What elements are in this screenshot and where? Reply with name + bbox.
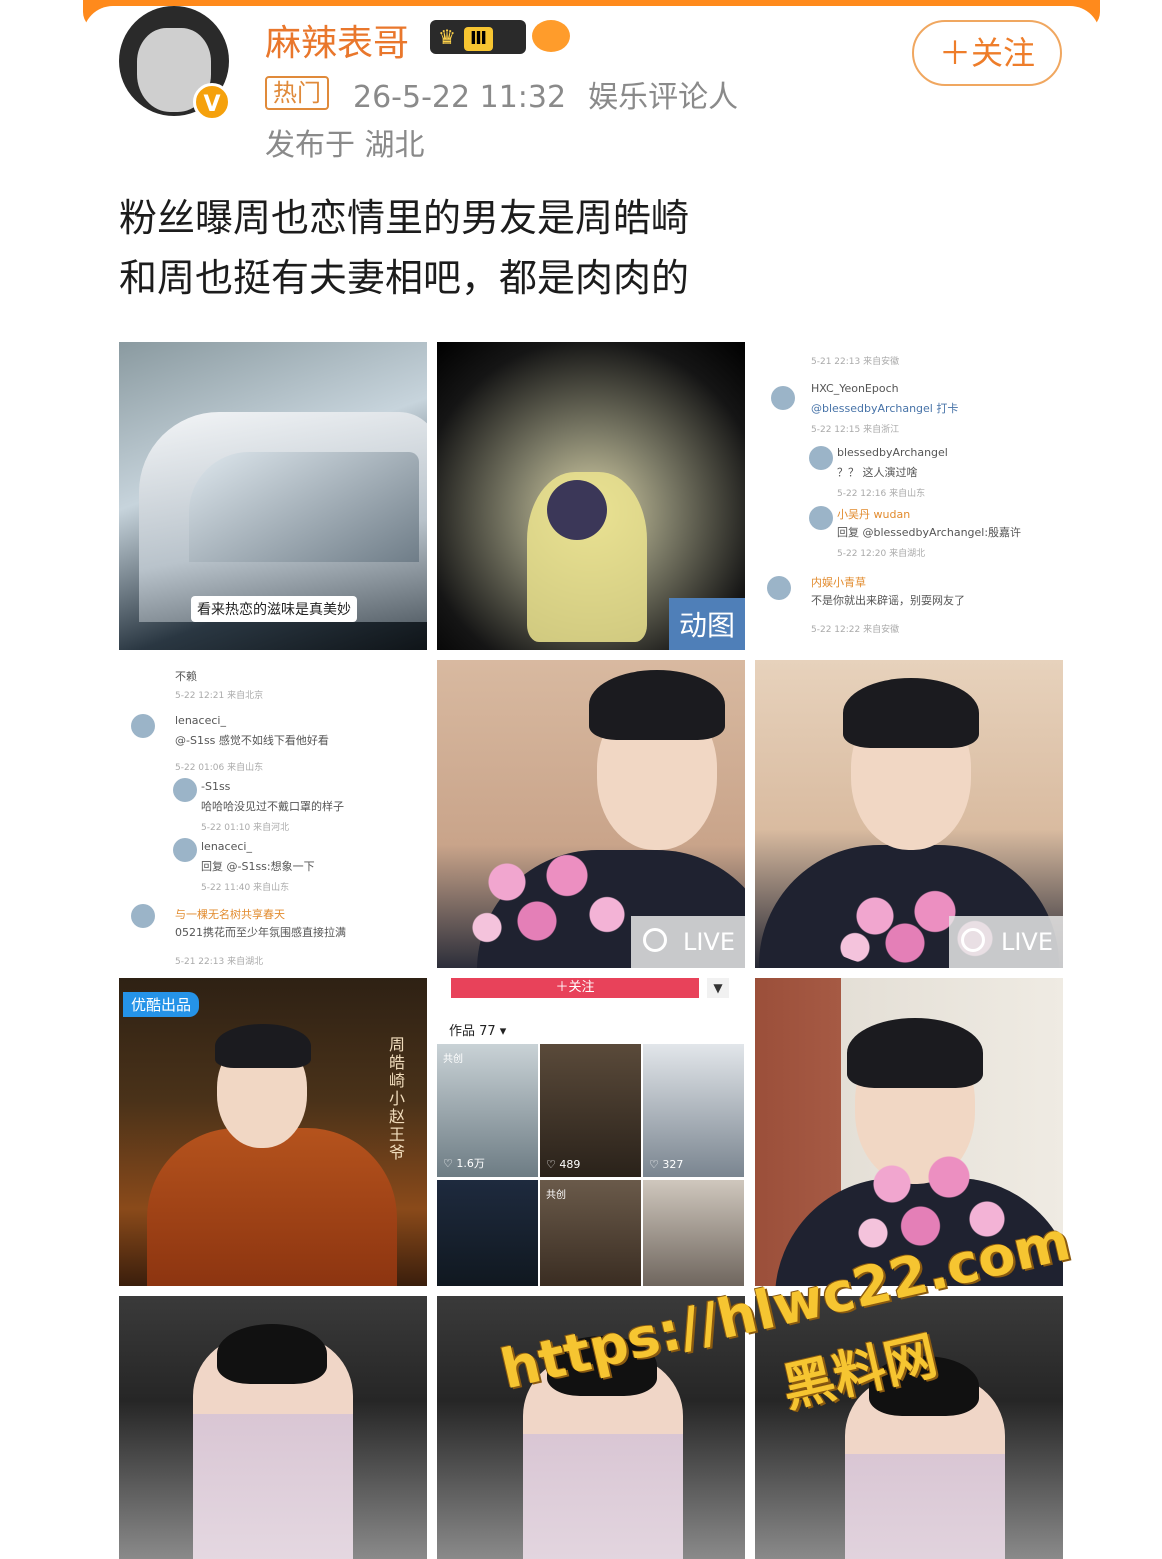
pink-roses [447,830,647,960]
blurred-head [547,480,607,540]
drama-side-title: 周皓崎小赵王爷 [388,1035,405,1162]
author-title: 娱乐评论人 [588,80,739,115]
video-thumb[interactable] [437,1180,538,1286]
post-body: 粉丝曝周也恋情里的男友是周皓崎 和周也挺有夫妻相吧，都是肉肉的 [119,188,779,308]
image-tile-gif[interactable]: 动图 [437,342,745,650]
comment-line: @-S1ss 感觉不如线下看他好看 [175,734,329,747]
comment-line: 5-22 12:20 来自湖北 [837,549,926,559]
comment-line: 内娱小青草 [811,576,866,589]
actress-hair [217,1324,327,1384]
commenter-avatar [767,576,791,600]
level-number: Ⅲ [463,27,493,51]
orange-robe [147,1128,397,1286]
video-thumb[interactable]: ♡ 489 [540,1044,641,1177]
comment-line: 5-22 12:22 来自安徽 [811,625,900,635]
commenter-avatar [173,778,197,802]
profile-dropdown-icon[interactable]: ▼ [707,978,729,998]
post-text-line-2: 和周也挺有夫妻相吧，都是肉肉的 [119,256,690,300]
crown-icon: ♛ [438,25,456,49]
image-tile-drama-poster[interactable]: 优酷出品 周皓崎小赵王爷 [119,978,427,1286]
image-tile-portrait-live-1[interactable]: LIVE [437,660,745,968]
comment-line: blessedbyArchangel [837,446,948,459]
comment-line: 5-21 22:13 来自湖北 [175,957,264,967]
youku-tag: 优酷出品 [123,992,200,1017]
video-thumb[interactable]: ♡ 327 [643,1044,744,1177]
image-tile-red-carpet-1[interactable] [119,1296,427,1559]
comment-line: -S1ss [201,780,231,793]
thumb-likes: ♡ 1.6万 [443,1157,485,1170]
comment-line: 与一棵无名树共享春天 [175,908,285,921]
thumb-tag: 共创 [443,1054,463,1065]
image-tile-car[interactable]: 看来热恋的滋味是真美妙 [119,342,427,650]
comment-line: lenaceci_ [201,840,252,853]
comment-line: 回复 @-S1ss:想象一下 [201,860,315,873]
hot-tag: 热门 [265,76,329,110]
commenter-avatar [809,506,833,530]
comment-line: 5-22 12:21 来自北京 [175,691,264,701]
video-thumb[interactable] [643,1180,744,1286]
comment-line: 不是你就出来辟谣，别耍网友了 [811,594,965,607]
comment-line: 5-22 11:40 来自山东 [201,883,290,893]
image-tile-comments-1[interactable]: 5-21 22:13 来自安徽 HXC_YeonEpoch @blessedbyAr… [755,342,1063,650]
thumb-tag: 共创 [546,1190,566,1201]
comment-line: ？？ 这人演过啥 [837,466,918,479]
fish-emoji-icon [532,20,570,52]
live-icon [643,928,667,952]
comment-line: 不赖 [175,670,197,683]
post-location: 发布于 湖北 [265,128,425,163]
thumb-likes: ♡ 327 [649,1158,684,1171]
image-tile-portrait-live-2[interactable]: LIVE [755,660,1063,968]
comment-line: lenaceci_ [175,714,226,727]
profile-follow-button[interactable]: ＋关注 [451,978,699,998]
comment-line: 5-22 12:16 来自山东 [837,489,926,499]
live-label: LIVE [1000,928,1053,956]
hair [843,678,979,748]
image-tile-profile-grid[interactable]: ＋关注 ▼ 作品 77 ▾ 共创 ♡ 1.6万 ♡ 489 ♡ 327 共创 [437,978,745,1286]
comment-line: 小吴丹 wudan [837,508,911,521]
works-count: 作品 77 ▾ [449,1024,507,1039]
image-tile-comments-2[interactable]: 不赖 5-22 12:21 来自北京 lenaceci_ @-S1ss 感觉不如线下看… [119,660,427,968]
comment-line: 5-22 01:10 来自河北 [201,823,290,833]
comment-line: 0521携花而至少年氛围感直接拉满 [175,926,346,939]
comment-line: @blessedbyArchangel 打卡 [811,402,959,415]
live-photo-badge[interactable]: LIVE [631,916,745,968]
comment-line: 哈哈哈没见过不戴口罩的样子 [201,800,344,813]
commenter-avatar [131,714,155,738]
live-label: LIVE [682,928,735,956]
thumb-likes: ♡ 489 [546,1158,581,1171]
comment-line: 回复 @blessedbyArchangel:殷嘉许 [837,526,1022,539]
author-name[interactable]: 麻辣表哥 [265,14,409,66]
hair [589,670,725,740]
video-thumb[interactable]: 共创 ♡ 1.6万 [437,1044,538,1177]
verified-badge-icon: V [193,83,231,121]
commenter-avatar [771,386,795,410]
live-photo-badge[interactable]: LIVE [949,916,1063,968]
video-thumb[interactable]: 共创 [540,1180,641,1286]
comment-line: 5-21 22:13 来自安徽 [811,357,900,367]
post-timestamp: 26-5-22 11:32 [353,80,567,115]
comment-line: 5-22 01:06 来自山东 [175,763,264,773]
commenter-avatar [131,904,155,928]
comment-line: 5-22 12:15 来自浙江 [811,425,900,435]
post-text-line-1: 粉丝曝周也恋情里的男友是周皓崎 [119,196,690,240]
post-meta: 26-5-22 11:32 娱乐评论人 [353,72,760,116]
follow-button[interactable]: ＋关注 [912,20,1062,86]
commenter-avatar [173,838,197,862]
crown-level-badge: ♛ Ⅲ [430,20,526,54]
hair [215,1024,311,1068]
commenter-avatar [809,446,833,470]
comment-line: HXC_YeonEpoch [811,382,899,395]
car-window [189,452,419,562]
live-icon [961,928,985,952]
gif-badge: 动图 [668,598,745,650]
video-caption: 看来热恋的滋味是真美妙 [191,596,357,622]
hair [847,1018,983,1088]
